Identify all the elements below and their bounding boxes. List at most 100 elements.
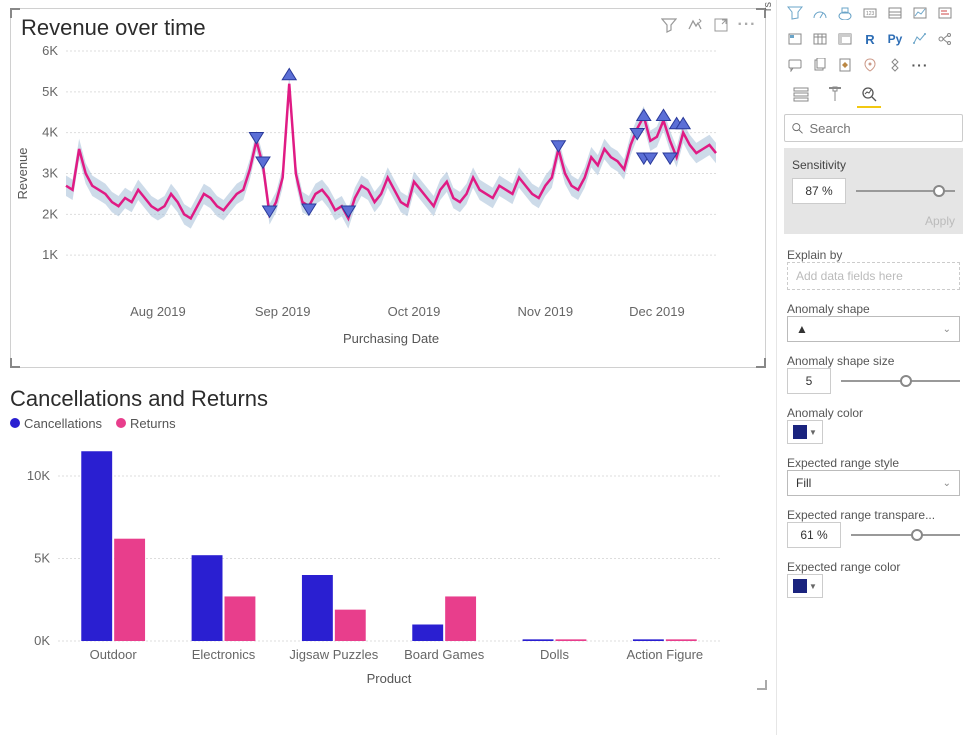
caret-down-icon: ▼ [809,582,817,591]
resize-handle-bl[interactable] [10,358,20,368]
viz-key-influencers-icon[interactable] [909,29,931,49]
svg-text:Jigsaw Puzzles: Jigsaw Puzzles [289,647,378,662]
more-options-icon[interactable]: ··· [739,17,755,33]
sensitivity-label: Sensitivity [792,158,955,172]
svg-text:Aug 2019: Aug 2019 [130,304,186,319]
viz-funnel-icon[interactable] [784,3,806,23]
fields-tab-icon[interactable] [789,84,813,108]
search-input[interactable] [809,121,956,136]
svg-text:Nov 2019: Nov 2019 [517,304,573,319]
viz-custom-icon[interactable] [884,55,906,75]
svg-text:Purchasing Date: Purchasing Date [343,331,439,346]
apply-button[interactable]: Apply [792,214,955,228]
expected-range-transparency-label: Expected range transpare... [787,508,935,522]
svg-text:1K: 1K [42,247,58,262]
sensitivity-value[interactable]: 87 % [792,178,846,204]
viz-palette-row-2: R Py [777,26,970,52]
line-chart-svg: 1K 2K 3K 4K 5K 6K Aug 2019 Sep 2019 Oct 2019 Nov … [11,41,731,351]
chart2-legend: Cancellations Returns [10,412,766,439]
anomaly-shape-select[interactable]: ▲⌄ [787,316,960,342]
viz-more-icon[interactable]: ··· [909,55,931,75]
viz-multirow-card-icon[interactable] [884,3,906,23]
expected-range-transparency-value[interactable]: 61 % [787,522,841,548]
svg-text:Oct 2019: Oct 2019 [388,304,441,319]
svg-text:Product: Product [367,671,412,686]
bar-chart-svg: 0K 5K 10K Outdoor Electronics Jigsaw Puzzles B… [10,439,730,689]
anomaly-shape-size-label: Anomaly shape size [787,354,894,368]
visual-toolbar: ··· [661,17,755,33]
resize-handle-tl[interactable] [10,8,20,18]
svg-text:10K: 10K [27,468,50,483]
viz-palette-row-3: ··· [777,52,970,78]
svg-text:2K: 2K [42,206,58,221]
viz-matrix-icon[interactable] [834,29,856,49]
resize-handle-br[interactable] [757,680,767,690]
viz-card-icon[interactable]: 123 [859,3,881,23]
svg-text:4K: 4K [42,125,58,140]
sensitivity-card: Sensitivity 87 % Apply [784,148,963,234]
visual-revenue-over-time[interactable]: Revenue over time ··· 1K 2K 3K 4K 5K 6K Aug 20… [10,8,766,368]
visualizations-pane: 123 R Py ··· [776,0,970,735]
analytics-tab-icon[interactable] [857,84,881,108]
svg-text:Sep 2019: Sep 2019 [255,304,311,319]
svg-text:Outdoor: Outdoor [90,647,138,662]
svg-text:Board Games: Board Games [404,647,485,662]
svg-text:Dec 2019: Dec 2019 [629,304,685,319]
svg-text:3K: 3K [42,166,58,181]
viz-table-icon[interactable] [809,29,831,49]
svg-text:Action Figure: Action Figure [627,647,704,662]
chevron-down-icon: ⌄ [943,478,951,489]
viz-python-icon[interactable]: Py [884,29,906,49]
resize-handle-br[interactable] [756,358,766,368]
viz-waterfall-icon[interactable] [834,3,856,23]
visualizations-tab-label: rs [760,0,776,13]
svg-text:123: 123 [866,11,875,17]
viz-smart-narrative-icon[interactable] [934,3,956,23]
expected-range-transparency-slider[interactable] [851,525,960,545]
legend-item-returns[interactable]: Returns [116,416,176,431]
viz-paginated-icon[interactable] [809,55,831,75]
svg-text:6K: 6K [42,43,58,58]
search-box[interactable] [784,114,963,142]
pane-tabs [777,78,970,108]
legend-item-cancellations[interactable]: Cancellations [10,416,102,431]
viz-decomposition-icon[interactable] [934,29,956,49]
anomaly-shape-size-slider[interactable] [841,371,960,391]
viz-r-icon[interactable]: R [859,29,881,49]
svg-text:5K: 5K [42,84,58,99]
expected-range-color-picker[interactable]: ▼ [787,574,823,598]
viz-qa-icon[interactable] [784,55,806,75]
chart1-title: Revenue over time [11,9,765,41]
sensitivity-slider[interactable] [856,181,955,201]
viz-slicer-icon[interactable] [784,29,806,49]
svg-text:Dolls: Dolls [540,647,569,662]
viz-arcgis-icon[interactable] [859,55,881,75]
svg-text:Revenue: Revenue [15,147,30,199]
expected-range-color-label: Expected range color [787,560,900,574]
anomaly-shape-size-value[interactable]: 5 [787,368,831,394]
explain-by-label: Explain by [787,248,842,262]
chart2-title: Cancellations and Returns [10,380,766,412]
visual-cancellations-returns[interactable]: Cancellations and Returns Cancellations … [10,380,766,710]
svg-text:0K: 0K [34,633,50,648]
expected-range-style-select[interactable]: Fill⌄ [787,470,960,496]
focus-mode-icon[interactable] [713,17,729,33]
viz-kpi-icon[interactable] [909,3,931,23]
anomaly-color-picker[interactable]: ▼ [787,420,823,444]
chevron-down-icon: ⌄ [943,324,951,335]
svg-text:5K: 5K [34,551,50,566]
caret-down-icon: ▼ [809,428,817,437]
search-icon [791,121,803,135]
svg-text:Electronics: Electronics [192,647,256,662]
anomaly-color-label: Anomaly color [787,406,863,420]
viz-powerapp-icon[interactable] [834,55,856,75]
viz-gauge-icon[interactable] [809,3,831,23]
spotlight-icon[interactable] [687,17,703,33]
report-canvas[interactable]: Revenue over time ··· 1K 2K 3K 4K 5K 6K Aug 20… [0,0,776,735]
expected-range-style-label: Expected range style [787,456,899,470]
explain-by-dropzone[interactable]: Add data fields here [787,262,960,290]
viz-palette-row-1: 123 [777,0,970,26]
filter-icon[interactable] [661,17,677,33]
format-tab-icon[interactable] [823,84,847,108]
anomaly-shape-label: Anomaly shape [787,302,870,316]
